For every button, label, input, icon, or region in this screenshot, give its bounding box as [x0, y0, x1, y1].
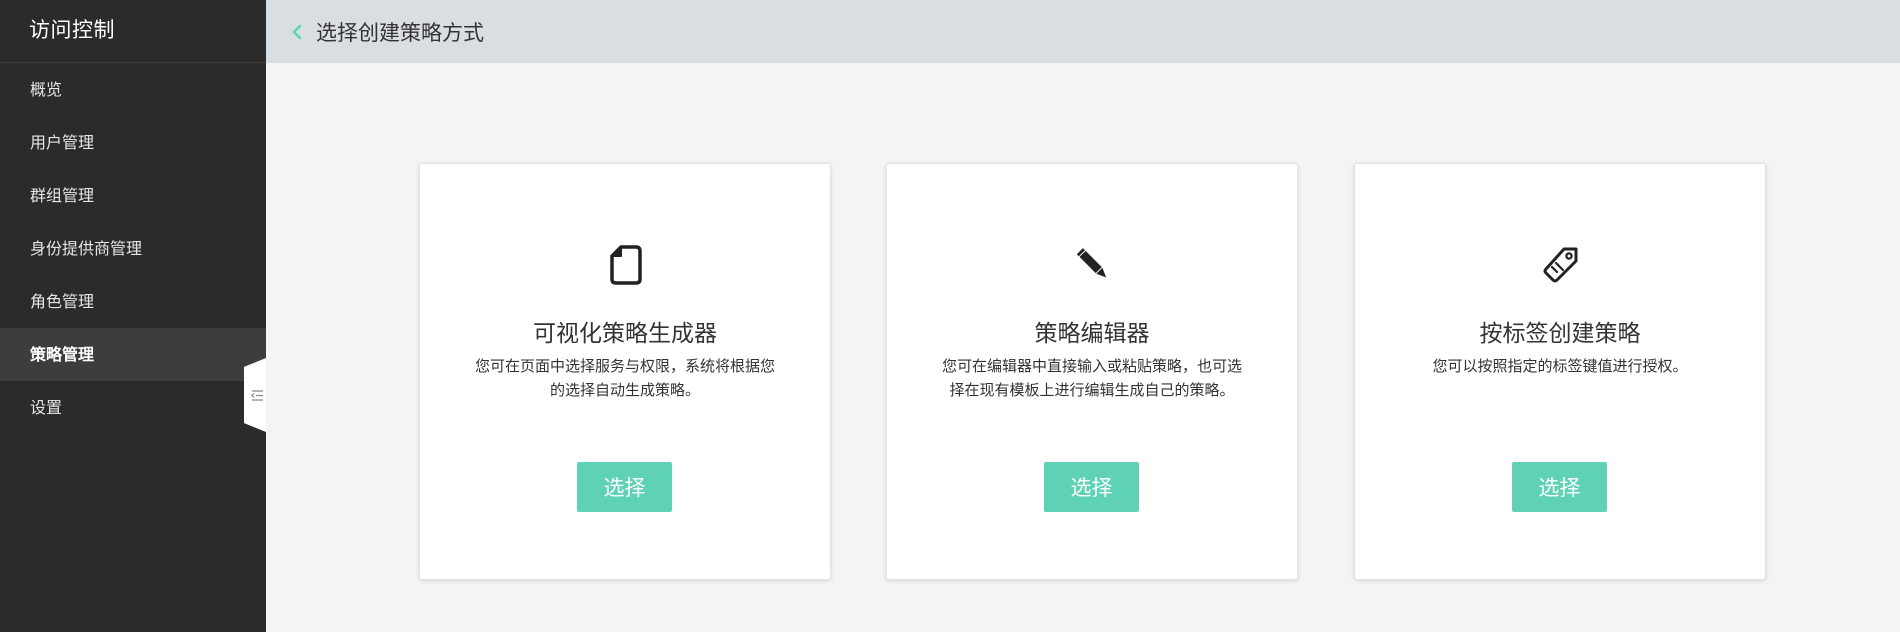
chevron-left-icon[interactable]	[286, 21, 308, 43]
tag-icon	[1541, 243, 1581, 287]
page-title: 选择创建策略方式	[316, 20, 484, 45]
select-policy-editor-button[interactable]: 选择	[1044, 462, 1139, 512]
sidebar-item-role-management[interactable]: 角色管理	[0, 275, 266, 328]
sidebar-item-identity-provider-management[interactable]: 身份提供商管理	[0, 222, 266, 275]
sidebar: 访问控制 概览 用户管理 群组管理 身份提供商管理 角色管理 策略管理 设置	[0, 0, 266, 632]
card-create-policy-by-tag: 按标签创建策略 您可以按照指定的标签键值进行授权。 选择	[1354, 163, 1766, 580]
select-create-policy-by-tag-button[interactable]: 选择	[1512, 462, 1607, 512]
card-description: 您可在页面中选择服务与权限，系统将根据您的选择自动生成策略。	[475, 357, 776, 399]
document-icon	[606, 243, 646, 287]
sidebar-collapse-handle[interactable]	[244, 358, 266, 432]
sidebar-item-user-management[interactable]: 用户管理	[0, 116, 266, 169]
pencil-icon	[1073, 243, 1113, 287]
card-description: 您可在编辑器中直接输入或粘贴策略，也可选择在现有模板上进行编辑生成自己的策略。	[942, 357, 1243, 399]
collapse-sidebar-icon	[250, 389, 263, 401]
card-description: 您可以按照指定的标签键值进行授权。	[1432, 357, 1688, 375]
card-visual-policy-generator: 可视化策略生成器 您可在页面中选择服务与权限，系统将根据您的选择自动生成策略。 …	[419, 163, 831, 580]
card-title: 策略编辑器	[1034, 321, 1150, 347]
sidebar-item-policy-management[interactable]: 策略管理	[0, 328, 266, 381]
policy-method-cards: 可视化策略生成器 您可在页面中选择服务与权限，系统将根据您的选择自动生成策略。 …	[419, 163, 1767, 580]
page-header: 选择创建策略方式	[266, 0, 1900, 63]
sidebar-item-overview[interactable]: 概览	[0, 63, 266, 116]
card-title: 按标签创建策略	[1479, 321, 1641, 347]
select-visual-policy-generator-button[interactable]: 选择	[577, 462, 672, 512]
sidebar-item-settings[interactable]: 设置	[0, 381, 266, 434]
sidebar-nav: 概览 用户管理 群组管理 身份提供商管理 角色管理 策略管理 设置	[0, 63, 266, 434]
card-policy-editor: 策略编辑器 您可在编辑器中直接输入或粘贴策略，也可选择在现有模板上进行编辑生成自…	[886, 163, 1298, 580]
sidebar-item-group-management[interactable]: 群组管理	[0, 169, 266, 222]
card-title: 可视化策略生成器	[533, 321, 717, 347]
sidebar-title: 访问控制	[0, 0, 266, 63]
